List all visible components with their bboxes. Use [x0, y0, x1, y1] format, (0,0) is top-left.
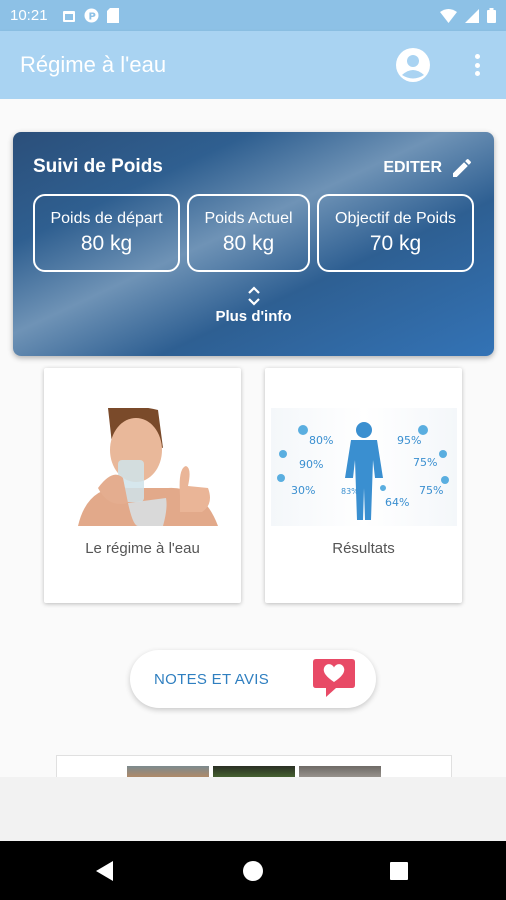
infographic-value: 75%	[419, 484, 443, 497]
infographic-value: 75%	[413, 456, 437, 469]
stat-target-weight: Objectif de Poids 70 kg	[317, 194, 474, 272]
edit-label: EDITER	[383, 159, 442, 176]
app-title: Régime à l'eau	[20, 52, 167, 77]
wifi-icon	[440, 8, 457, 23]
notes-button-label: NOTES ET AVIS	[154, 670, 270, 688]
recents-icon[interactable]	[386, 858, 412, 884]
food-thumbnail[interactable]	[299, 766, 381, 777]
stat-label: Poids de départ	[50, 210, 163, 227]
woman-drinking-water-image	[68, 408, 228, 526]
overflow-menu-icon[interactable]	[470, 51, 484, 79]
home-icon[interactable]	[240, 858, 266, 884]
stat-value: 70 kg	[369, 232, 422, 255]
infographic-value: 90%	[299, 458, 323, 471]
tile-caption: Résultats	[332, 540, 395, 557]
calendar-icon	[62, 10, 75, 22]
system-icons	[440, 8, 496, 23]
body-results-infographic: 80% 90% 30% 83% 95% 75% 75% 64%	[271, 408, 457, 526]
heart-speech-bubble-icon	[313, 659, 355, 697]
recipes-strip	[56, 755, 452, 777]
notes-and-reviews-button[interactable]: NOTES ET AVIS	[130, 650, 376, 708]
pencil-icon	[453, 158, 472, 177]
tile-results[interactable]: 80% 90% 30% 83% 95% 75% 75% 64% Résultat…	[265, 368, 462, 603]
bottom-empty-area	[0, 777, 506, 841]
more-info-button[interactable]: Plus d'info	[13, 284, 494, 325]
infographic-value: 83%	[341, 487, 359, 496]
food-thumbnail[interactable]	[213, 766, 295, 777]
weight-tracking-card: Suivi de Poids EDITER Poids de départ 80…	[13, 132, 494, 356]
stat-current-weight: Poids Actuel 80 kg	[187, 194, 310, 272]
stat-label: Objectif de Poids	[335, 210, 456, 227]
tile-caption: Le régime à l'eau	[85, 540, 200, 557]
stat-label: Poids Actuel	[204, 210, 293, 227]
stat-value: 80 kg	[80, 232, 133, 255]
tile-water-diet[interactable]: Le régime à l'eau	[44, 368, 241, 603]
sd-card-icon	[106, 8, 119, 23]
edit-button[interactable]: EDITER	[383, 156, 474, 180]
card-title: Suivi de Poids	[33, 156, 163, 177]
main-content: Suivi de Poids EDITER Poids de départ 80…	[0, 99, 506, 777]
expand-icon	[247, 286, 260, 306]
account-icon[interactable]	[396, 48, 430, 82]
infographic-value: 95%	[397, 434, 421, 447]
stat-starting-weight: Poids de départ 80 kg	[33, 194, 180, 272]
infographic-value: 80%	[309, 434, 333, 447]
system-navigation-bar	[0, 841, 506, 900]
signal-icon	[465, 8, 479, 23]
stat-value: 80 kg	[222, 232, 275, 255]
more-info-label: Plus d'info	[215, 308, 292, 325]
app-bar: Régime à l'eau	[0, 31, 506, 99]
food-thumbnail[interactable]	[127, 766, 209, 777]
parking-icon: P	[84, 8, 99, 23]
infographic-value: 64%	[385, 496, 409, 509]
status-time: 10:21	[10, 7, 48, 24]
infographic-value: 30%	[291, 484, 315, 497]
status-bar: 10:21 P	[0, 0, 506, 31]
svg-text:P: P	[88, 12, 95, 23]
back-icon[interactable]	[92, 858, 118, 884]
battery-icon	[487, 8, 496, 23]
notification-icons: P	[62, 8, 119, 23]
